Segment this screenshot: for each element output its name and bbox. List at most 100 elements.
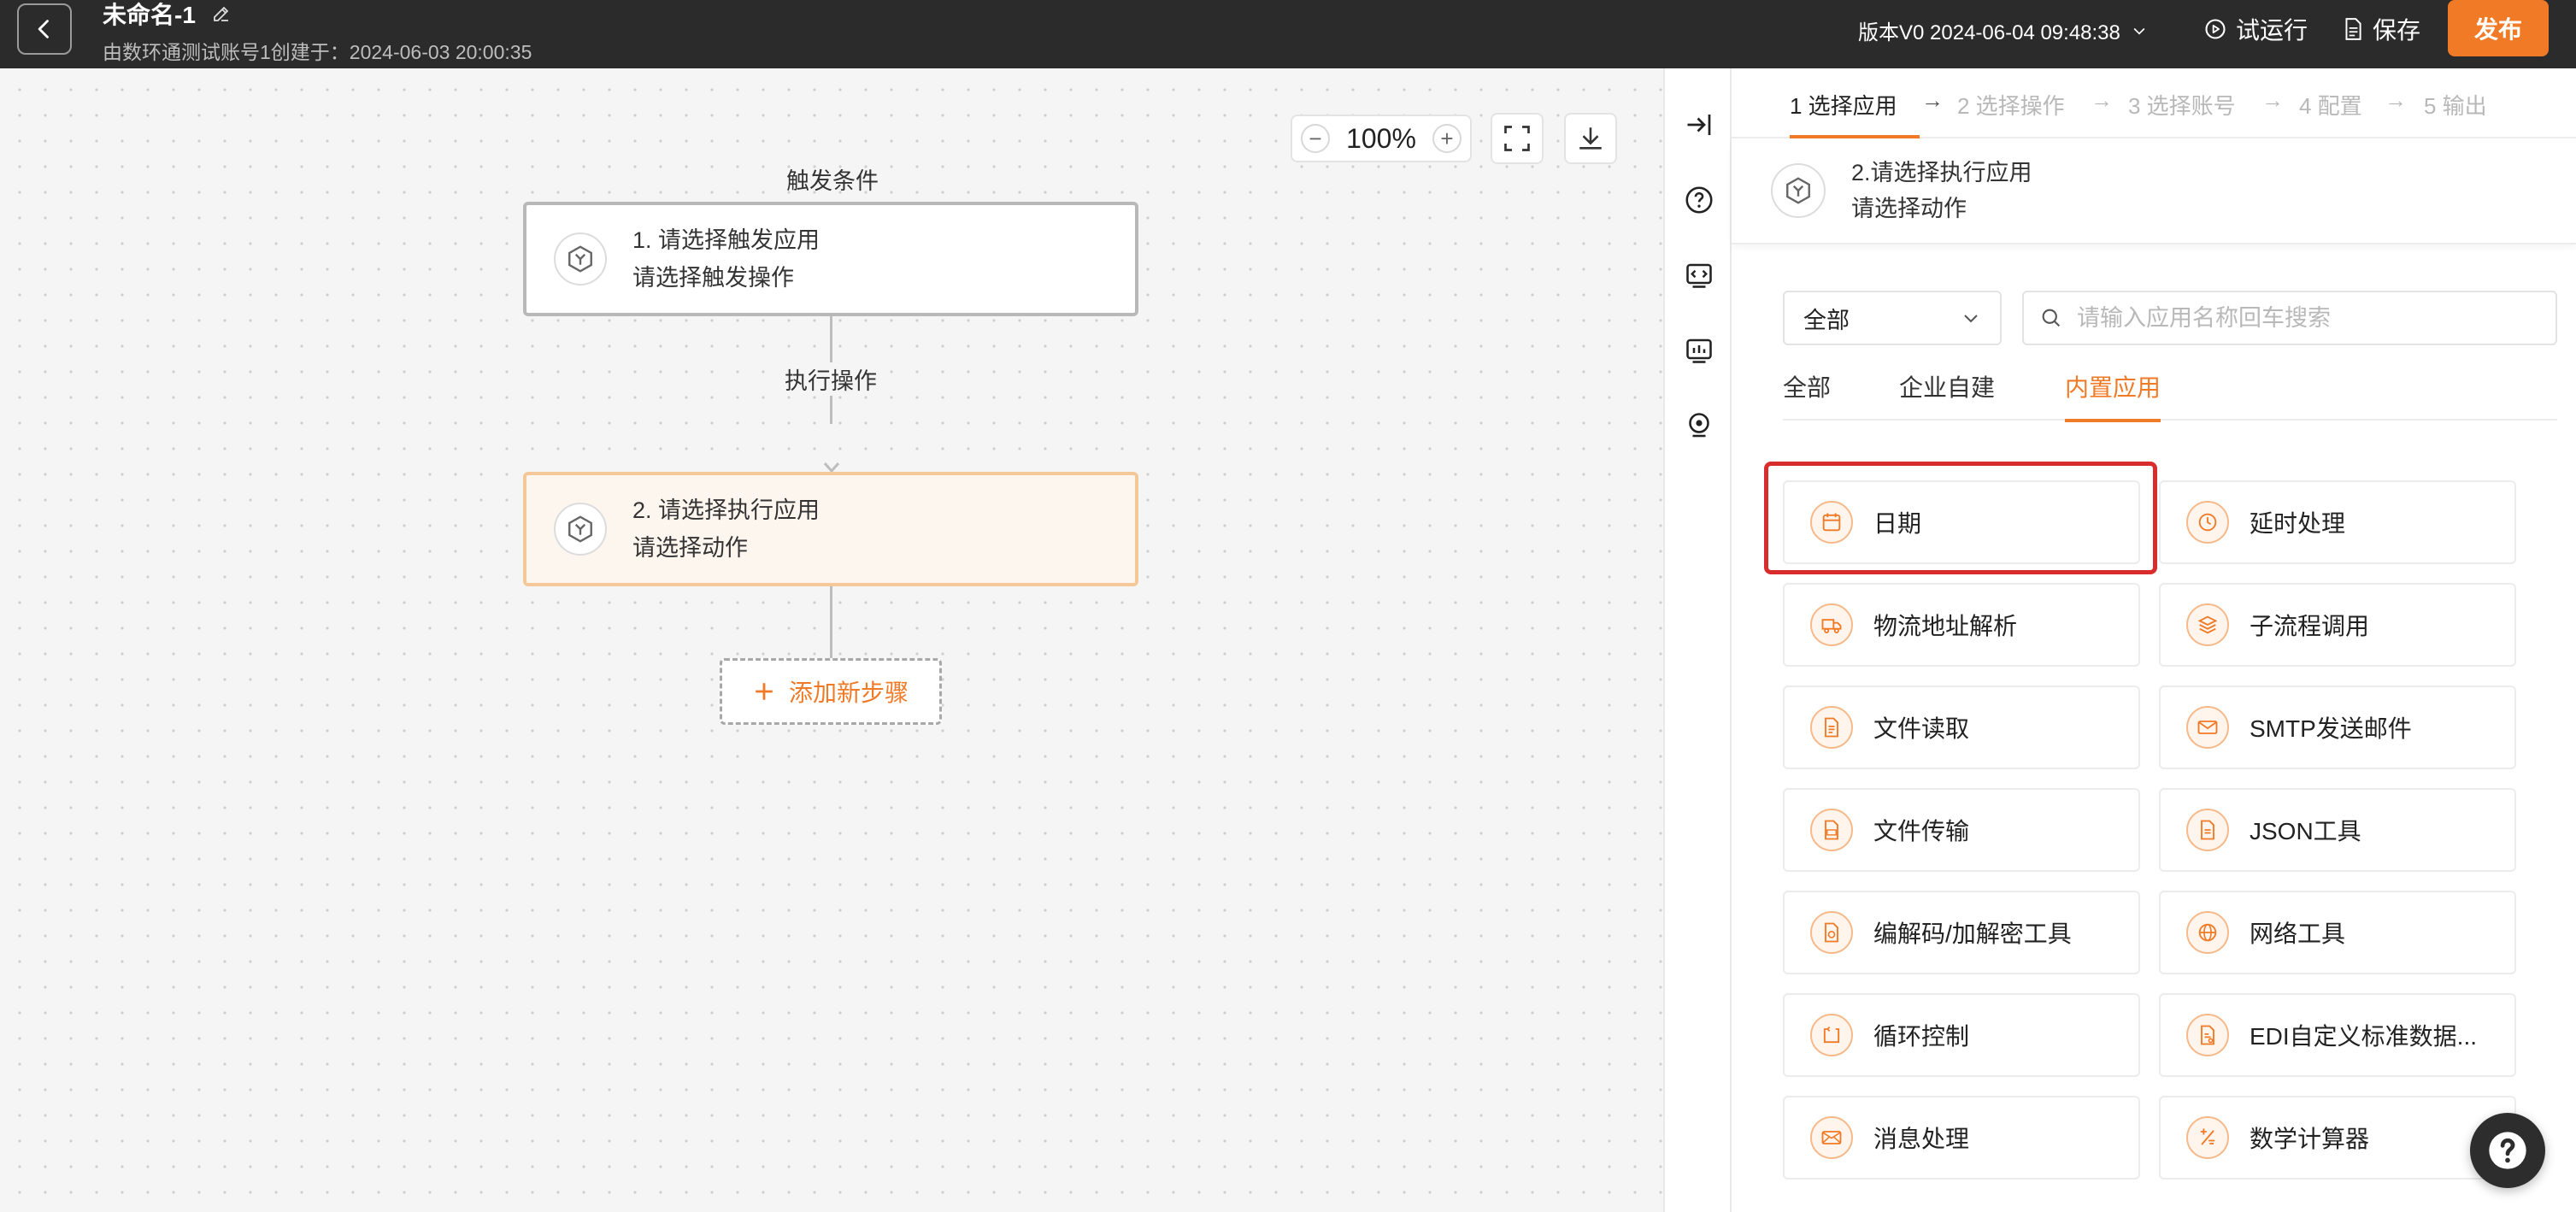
app-card-label: 日期: [1873, 510, 1922, 537]
document-icon: [2345, 18, 2361, 40]
app-card-label: SMTP发送邮件: [2250, 715, 2412, 742]
edit-icon[interactable]: [211, 3, 232, 24]
monitor-button[interactable]: [1680, 332, 1718, 369]
play-circle-icon: [2205, 19, 2226, 39]
app-card-label: 延时处理: [2250, 510, 2346, 537]
app-card-loop[interactable]: 循环控制: [1783, 993, 2140, 1077]
app-search-input[interactable]: [2077, 304, 2538, 332]
app-card-file-transfer[interactable]: 文件传输: [1783, 788, 2140, 872]
zoom-level: 100%: [1346, 122, 1416, 154]
collapse-panel-button[interactable]: [1680, 106, 1718, 144]
fullscreen-icon: [1504, 126, 1530, 151]
mail-icon: [2186, 706, 2229, 749]
publish-button[interactable]: 发布: [2448, 0, 2549, 56]
message-icon: [1810, 1116, 1853, 1159]
app-card-codec[interactable]: 编解码/加解密工具: [1783, 891, 2140, 974]
download-button[interactable]: [1564, 113, 1617, 164]
test-run-label: 试运行: [2236, 17, 2308, 44]
app-tabs: 全部 企业自建 内置应用: [1783, 369, 2557, 422]
version-label: 版本V0 2024-06-04 09:48:38: [1858, 21, 2120, 44]
flow-canvas[interactable]: − 100% + 触发条件 1. 请选择触发应用 请选择触发操作 执行操作 2.…: [0, 68, 1663, 1212]
category-select[interactable]: 全部: [1783, 291, 2002, 345]
top-bar: 未命名-1 由数环通测试账号1创建于：2024-06-03 20:00:35 版…: [0, 0, 2576, 68]
plus-icon: [756, 683, 773, 700]
app-card-label: 物流地址解析: [1873, 613, 2018, 639]
selected-step-subtitle: 请选择动作: [1851, 196, 1967, 221]
question-circle-icon: [2489, 1132, 2526, 1169]
flow-title-row: 未命名-1: [103, 0, 232, 28]
chevron-down-icon: [2133, 27, 2145, 35]
app-card-label: EDI自定义标准数据...: [2250, 1023, 2478, 1050]
code-icon: [1686, 263, 1712, 288]
debug-button[interactable]: [1680, 407, 1718, 444]
app-card-json[interactable]: JSON工具: [2159, 788, 2516, 872]
app-card-network[interactable]: 网络工具: [2159, 891, 2516, 974]
trigger-node-title: 1. 请选择触发应用: [632, 227, 820, 253]
back-button[interactable]: [17, 3, 72, 55]
selected-step-card: 2.请选择执行应用 请选择动作: [1732, 138, 2576, 244]
fit-screen-button[interactable]: [1491, 113, 1544, 164]
clock-icon: [2186, 501, 2229, 544]
search-icon: [2042, 309, 2061, 327]
app-card-subflow[interactable]: 子流程调用: [2159, 583, 2516, 667]
tab-builtin[interactable]: 内置应用: [2065, 369, 2161, 422]
collapse-right-icon: [1687, 115, 1711, 135]
app-card-label: 消息处理: [1873, 1126, 1970, 1152]
app-card-label: 文件传输: [1873, 818, 1970, 844]
app-card-label: 数学计算器: [2250, 1126, 2370, 1152]
globe-icon: [2186, 911, 2229, 954]
version-select[interactable]: 版本V0 2024-06-04 09:48:38: [1858, 15, 2148, 45]
app-card-label: 编解码/加解密工具: [1873, 921, 2072, 947]
add-step-label: 添加新步骤: [788, 680, 909, 706]
app-card-file-read[interactable]: 文件读取: [1783, 685, 2140, 769]
app-card-logistics[interactable]: 物流地址解析: [1783, 583, 2140, 667]
app-card-date[interactable]: 日期: [1783, 480, 2140, 564]
test-run-button[interactable]: 试运行: [2203, 10, 2308, 48]
app-placeholder-icon: [1771, 163, 1826, 218]
step-4[interactable]: 4 配置: [2299, 89, 2362, 121]
trigger-node-subtitle: 请选择触发操作: [632, 265, 794, 291]
step-1[interactable]: 1 选择应用: [1790, 89, 1897, 121]
app-card-smtp[interactable]: SMTP发送邮件: [2159, 685, 2516, 769]
layers-icon: [2186, 603, 2229, 646]
calculator-icon: [2186, 1116, 2229, 1159]
trigger-node[interactable]: 1. 请选择触发应用 请选择触发操作: [523, 202, 1138, 316]
app-card-delay[interactable]: 延时处理: [2159, 480, 2516, 564]
app-card-label: 循环控制: [1873, 1023, 1970, 1050]
code-view-button[interactable]: [1680, 256, 1718, 294]
step-5[interactable]: 5 输出: [2424, 89, 2487, 121]
action-node-subtitle: 请选择动作: [632, 535, 748, 561]
zoom-in-button[interactable]: +: [1432, 124, 1461, 153]
step-3[interactable]: 3 选择账号: [2128, 89, 2236, 121]
save-button[interactable]: 保存: [2342, 10, 2420, 48]
truck-icon: [1810, 603, 1853, 646]
arrow-right-icon: →: [2261, 87, 2284, 113]
zoom-control: − 100% +: [1291, 115, 1472, 162]
help-button[interactable]: [1680, 181, 1718, 219]
trigger-section-label: 触发条件: [786, 168, 879, 194]
app-card-label: 文件读取: [1873, 715, 1970, 742]
tab-all[interactable]: 全部: [1783, 369, 1831, 421]
app-card-label: JSON工具: [2250, 818, 2361, 844]
chevron-down-icon: [1964, 315, 1978, 323]
app-card-label: 子流程调用: [2250, 613, 2370, 639]
chevron-left-icon: [38, 20, 49, 38]
app-card-edi[interactable]: EDI自定义标准数据...: [2159, 993, 2516, 1077]
config-panel: 1 选择应用 → 2 选择操作 → 3 选择账号 → 4 配置 → 5 输出 2…: [1732, 68, 2576, 1212]
calendar-icon: [1810, 501, 1853, 544]
app-card-message[interactable]: 消息处理: [1783, 1096, 2140, 1180]
add-step-button[interactable]: 添加新步骤: [720, 658, 942, 725]
zoom-out-button[interactable]: −: [1301, 124, 1330, 153]
help-fab-button[interactable]: [2470, 1113, 2545, 1188]
action-node[interactable]: 2. 请选择执行应用 请选择动作: [523, 472, 1138, 586]
loop-icon: [1810, 1014, 1853, 1056]
edi-icon: [2186, 1014, 2229, 1056]
step-2[interactable]: 2 选择操作: [1957, 89, 2065, 121]
action-section-label: 执行操作: [783, 362, 879, 396]
tab-enterprise[interactable]: 企业自建: [1899, 369, 1995, 421]
app-card-calculator[interactable]: 数学计算器: [2159, 1096, 2516, 1180]
save-label: 保存: [2373, 17, 2421, 44]
monitor-chart-icon: [1686, 338, 1712, 363]
selected-step-title: 2.请选择执行应用: [1851, 160, 2032, 185]
side-toolbar: [1663, 68, 1732, 1212]
